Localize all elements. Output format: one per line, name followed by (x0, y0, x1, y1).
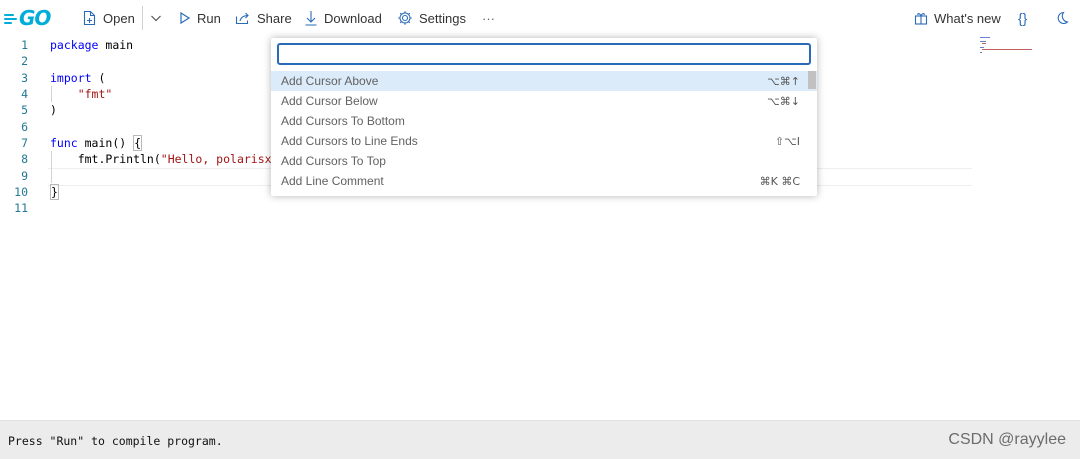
code-line: import ( (50, 70, 105, 86)
whats-new-button[interactable]: What's new (914, 0, 1001, 36)
toolbar: GO Open Run Share Download Settings ··· … (0, 0, 1080, 36)
palette-scrollbar[interactable] (808, 71, 816, 89)
command-palette-input[interactable] (277, 43, 811, 65)
watermark: CSDN @rayylee (948, 431, 1066, 448)
more-label: ··· (482, 10, 495, 26)
open-button[interactable]: Open (82, 0, 135, 36)
logo-text: GO (19, 6, 51, 30)
matching-bracket: } (50, 184, 59, 200)
gift-icon (914, 11, 928, 25)
code-token: ) (50, 103, 57, 117)
go-logo[interactable]: GO (4, 6, 51, 30)
line-number: 10 (14, 185, 28, 199)
download-icon (304, 10, 318, 26)
format-button[interactable]: {} (1018, 0, 1027, 36)
speed-lines-icon (4, 12, 18, 24)
code-line: func main() { (50, 135, 143, 151)
line-number: 1 (21, 38, 28, 52)
command-palette: Add Cursor Above ⌥⌘↑ Add Cursor Below ⌥⌘… (271, 38, 817, 196)
code-line: } (50, 184, 59, 200)
code-line: "fmt" (50, 86, 113, 102)
open-menu-button[interactable] (150, 0, 162, 36)
string-token: "fmt" (77, 87, 113, 101)
keyword-token: import (50, 71, 92, 85)
line-number: 8 (21, 152, 28, 166)
output-panel: Press "Run" to compile program. CSDN @ra… (0, 420, 1080, 459)
line-number: 3 (21, 71, 28, 85)
code-line: package main (50, 37, 133, 53)
command-label: Add Cursor Below (281, 94, 378, 108)
command-keybinding: ⌥⌘↓ (767, 94, 800, 108)
code-token: main (98, 38, 134, 52)
command-keybinding: ⌥⌘↑ (767, 74, 800, 88)
keyword-token: func (50, 136, 78, 150)
share-label: Share (257, 10, 292, 26)
chevron-down-icon (150, 12, 162, 24)
code-line: ) (50, 102, 57, 118)
matching-bracket: { (133, 135, 143, 151)
command-item[interactable]: Add Cursor Below ⌥⌘↓ (271, 91, 817, 111)
gear-icon (397, 10, 413, 26)
line-number: 7 (21, 136, 28, 150)
download-button[interactable]: Download (304, 0, 382, 36)
line-number: 4 (21, 87, 28, 101)
string-token: "Hello, polarisxu, (160, 152, 286, 166)
format-label: {} (1018, 10, 1028, 26)
run-label: Run (197, 10, 221, 26)
settings-button[interactable]: Settings (397, 0, 466, 36)
command-label: Add Cursors to Line Ends (281, 134, 418, 148)
theme-toggle-button[interactable] (1055, 0, 1069, 36)
command-label: Add Cursors To Top (281, 154, 386, 168)
keyword-token: package (50, 38, 99, 52)
command-item[interactable]: Add Cursors to Line Ends ⇧⌥I (271, 131, 817, 151)
command-item[interactable]: Add Line Comment ⌘K ⌘C (271, 171, 817, 191)
run-button[interactable]: Run (179, 0, 221, 36)
share-icon (235, 11, 251, 25)
download-label: Download (324, 10, 382, 26)
command-item[interactable]: Add Cursors To Top (271, 151, 817, 171)
whats-new-label: What's new (934, 10, 1001, 26)
code-token: ( (91, 71, 106, 85)
line-number: 5 (21, 103, 28, 117)
toolbar-divider (142, 6, 143, 30)
file-plus-icon (82, 10, 97, 26)
minimap[interactable] (978, 36, 1038, 56)
play-icon (179, 11, 191, 25)
command-item[interactable]: Add Cursors To Bottom (271, 111, 817, 131)
share-button[interactable]: Share (235, 0, 292, 36)
code-token: fmt.Println( (50, 152, 161, 166)
command-label: Add Cursors To Bottom (281, 114, 405, 128)
settings-label: Settings (419, 10, 466, 26)
more-button[interactable]: ··· (482, 0, 495, 36)
output-text: Press "Run" to compile program. (8, 434, 223, 448)
command-item[interactable]: Add Cursor Above ⌥⌘↑ (271, 71, 817, 91)
open-label: Open (103, 10, 135, 26)
line-number: 9 (21, 169, 28, 183)
line-number: 2 (21, 54, 28, 68)
moon-icon (1055, 11, 1069, 25)
command-keybinding: ⌘K ⌘C (759, 174, 800, 188)
code-line: fmt.Println("Hello, polarisxu, (50, 151, 286, 167)
command-label: Add Cursor Above (281, 74, 379, 88)
line-number: 6 (21, 120, 28, 134)
line-number: 11 (14, 201, 28, 215)
command-label: Add Line Comment (281, 174, 384, 188)
command-keybinding: ⇧⌥I (774, 134, 800, 148)
code-token: main() (77, 136, 134, 150)
